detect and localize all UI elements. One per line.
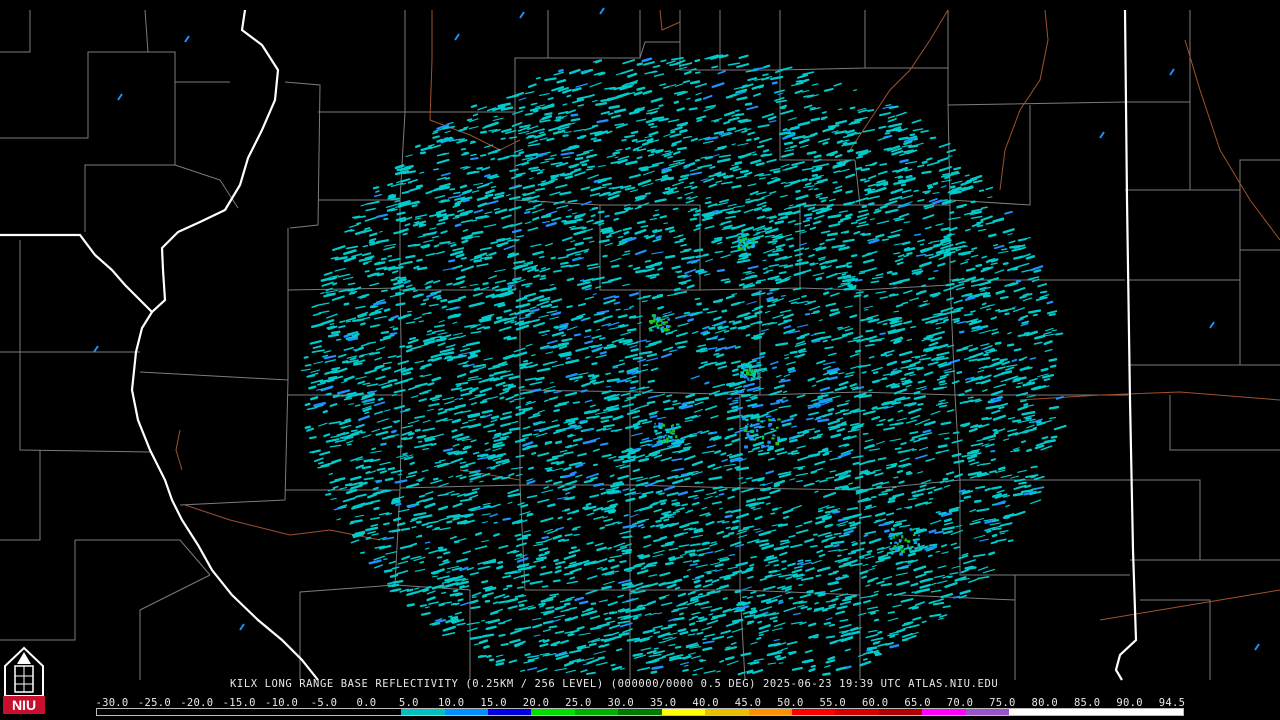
colorbar-segment — [444, 709, 488, 715]
colorbar-segment — [748, 709, 792, 715]
colorbar-segment — [661, 709, 706, 715]
colorbar-segment — [835, 709, 879, 715]
niu-tower-logo: NIU — [3, 646, 45, 714]
colorbar-segment — [705, 709, 749, 715]
colorbar-segment — [922, 709, 966, 715]
radar-map — [0, 0, 1280, 720]
colorbar-segment — [140, 709, 184, 715]
colorbar-segment — [531, 709, 575, 715]
colorbar-segment — [314, 709, 358, 715]
colorbar-segment — [270, 709, 315, 715]
colorbar-segment — [1052, 709, 1097, 715]
colorbar-segment — [487, 709, 532, 715]
colorbar-segment — [1139, 709, 1183, 715]
colorbar-segment — [401, 709, 445, 715]
colorbar-segment — [97, 709, 141, 715]
colorbar-segment — [878, 709, 923, 715]
colorbar-segment — [183, 709, 228, 715]
reflectivity-colorbar — [96, 708, 1184, 716]
product-caption: KILX LONG RANGE BASE REFLECTIVITY (0.25K… — [230, 678, 999, 690]
logo-text: NIU — [12, 697, 36, 713]
colorbar-segment — [357, 709, 402, 715]
colorbar-segment — [227, 709, 271, 715]
colorbar-segment — [1009, 709, 1053, 715]
colorbar-segment — [965, 709, 1010, 715]
colorbar-segment — [1096, 709, 1140, 715]
colorbar-segment — [574, 709, 619, 715]
colorbar-segment — [792, 709, 836, 715]
colorbar-segment — [618, 709, 662, 715]
